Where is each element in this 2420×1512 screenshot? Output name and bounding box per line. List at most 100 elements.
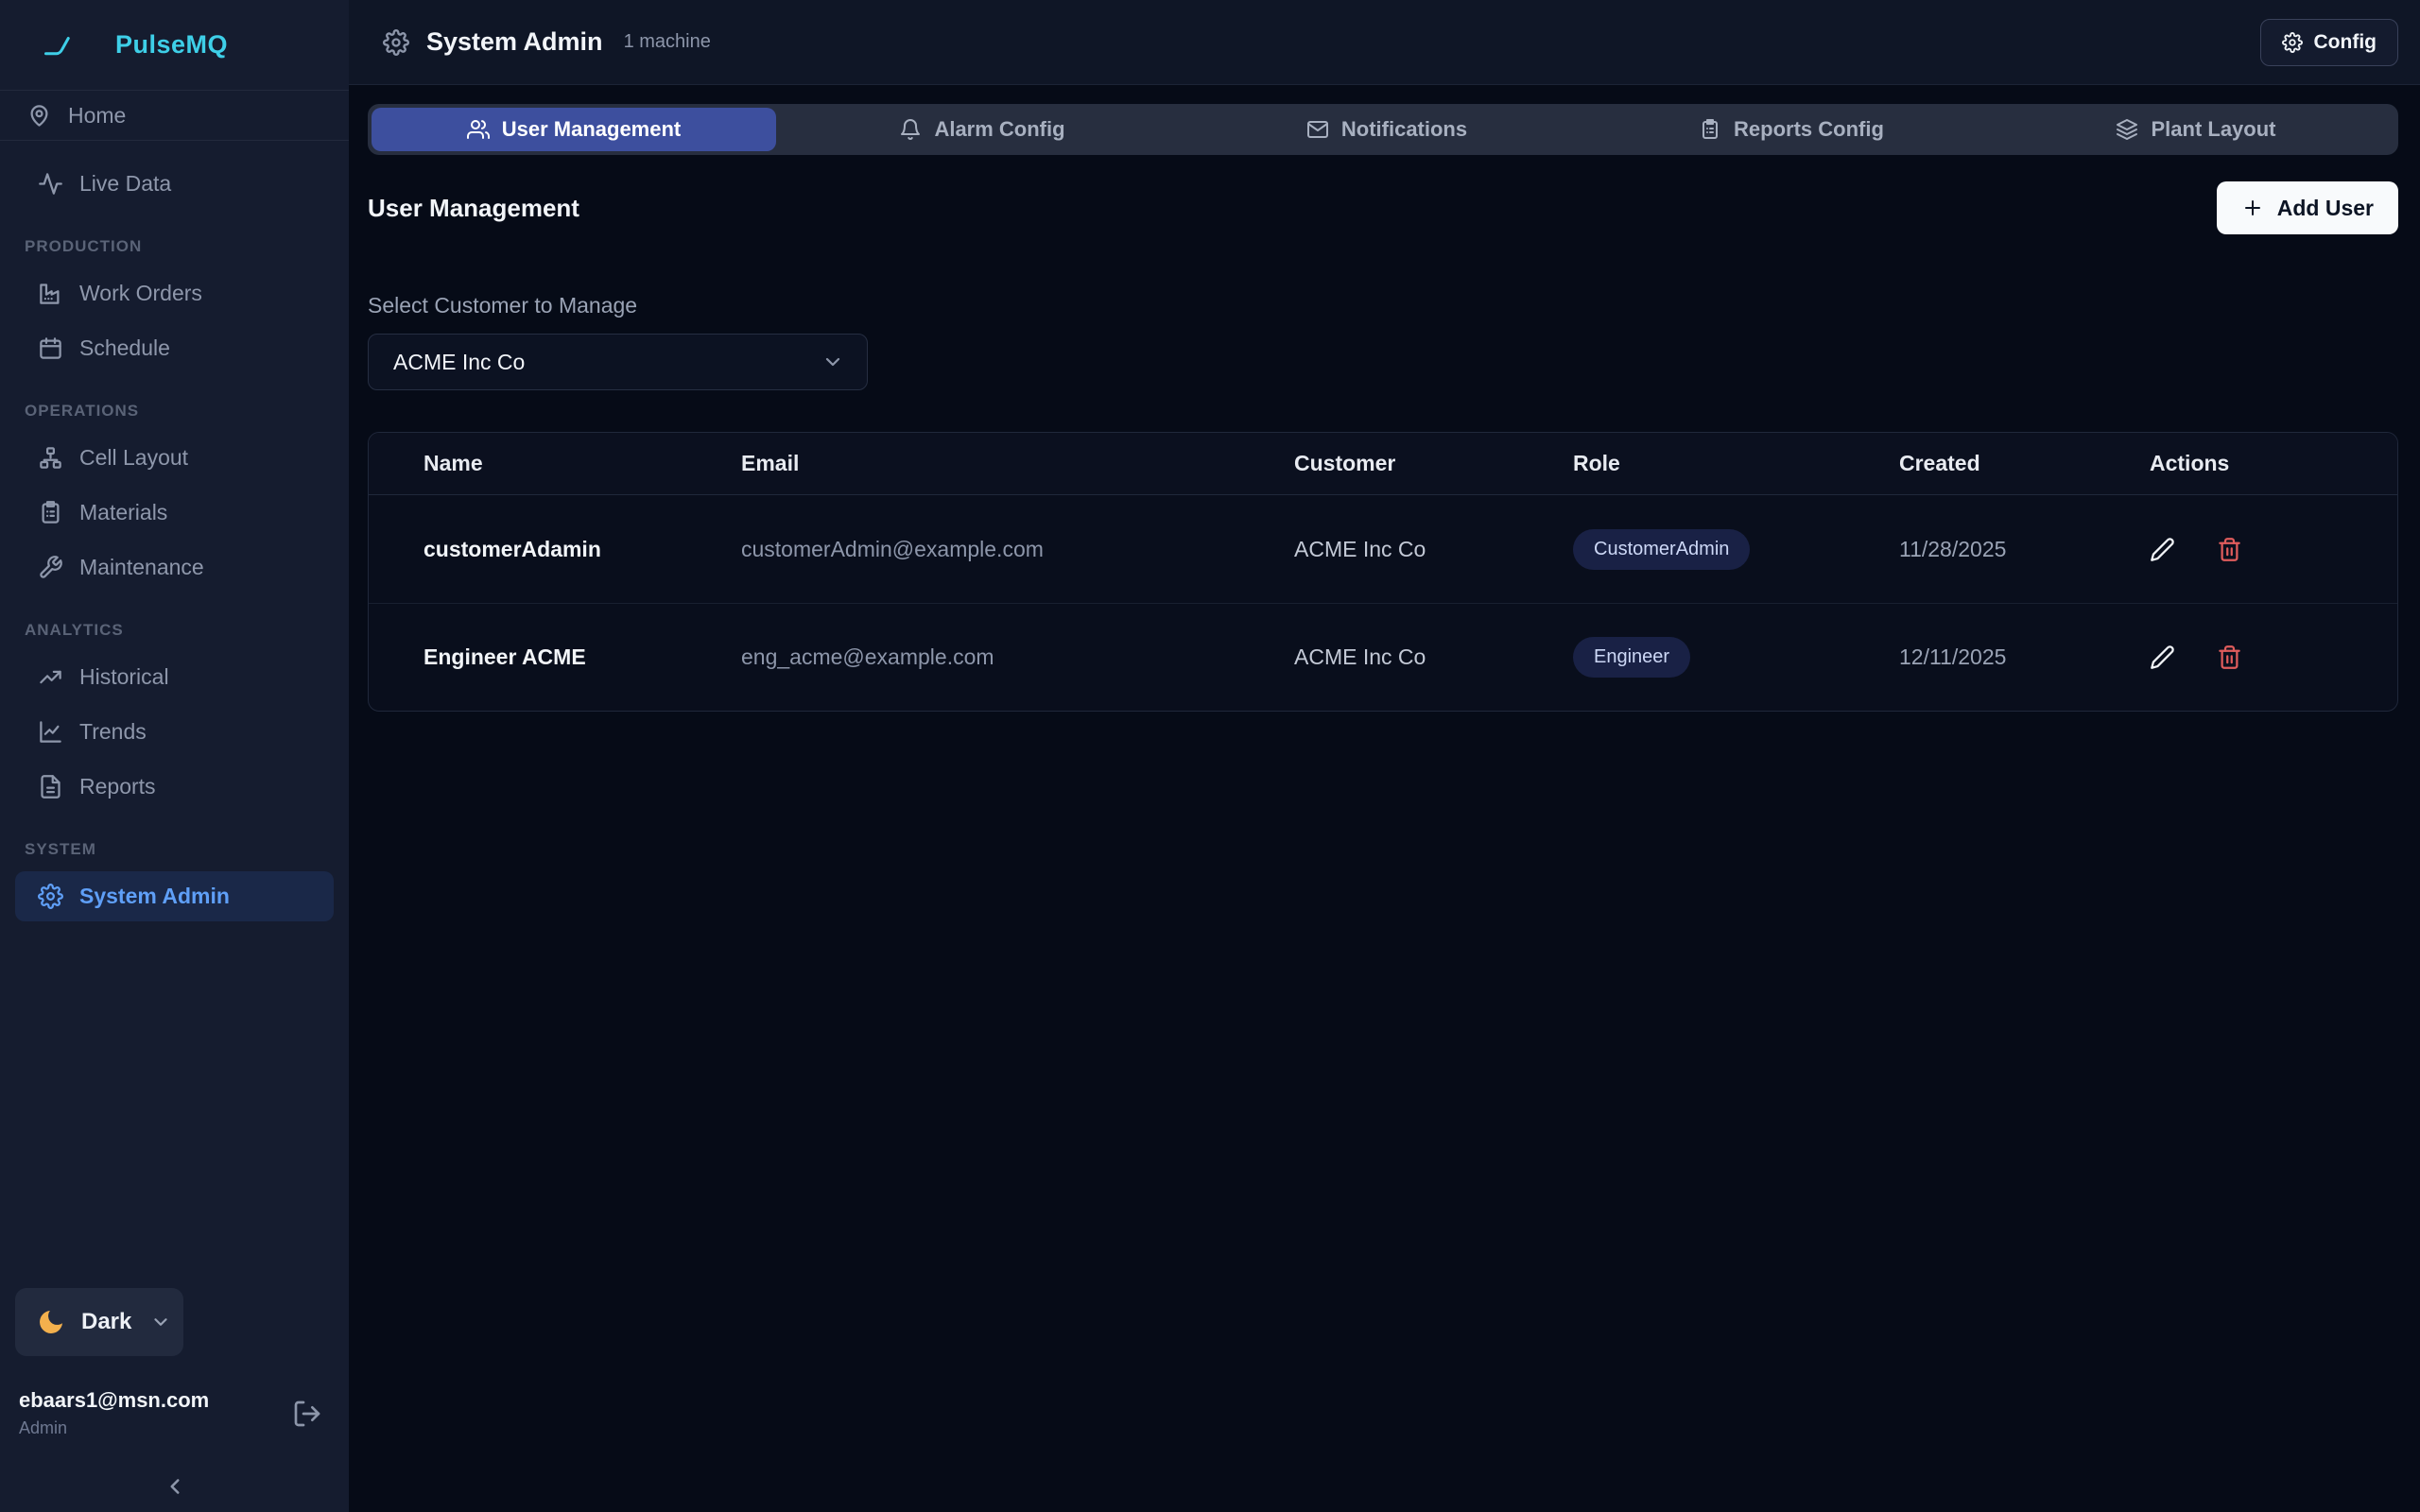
- sidebar-item-label: Materials: [79, 500, 167, 525]
- main-area: System Admin 1 machine Config User Manag…: [349, 0, 2420, 1512]
- sidebar-item-label: Live Data: [79, 171, 171, 197]
- plus-icon: [2241, 197, 2264, 219]
- add-user-button-label: Add User: [2277, 196, 2374, 221]
- section-title-system: SYSTEM: [25, 840, 349, 859]
- clipboard-icon: [1699, 118, 1721, 141]
- sidebar-item-trends[interactable]: Trends: [0, 707, 349, 757]
- role-badge: Engineer: [1573, 637, 1690, 678]
- section-title-operations: OPERATIONS: [25, 402, 349, 421]
- row-actions: [2150, 644, 2397, 670]
- chevron-down-icon: [821, 351, 844, 373]
- row-actions: [2150, 537, 2397, 562]
- calendar-icon: [38, 335, 63, 361]
- sidebar: PulseMQ Home Live Data PRODUCTION Work O…: [0, 0, 349, 1512]
- theme-toggle-button[interactable]: Dark: [15, 1288, 183, 1356]
- delete-user-button[interactable]: [2217, 644, 2242, 670]
- wrench-icon: [38, 555, 63, 580]
- add-user-button[interactable]: Add User: [2217, 181, 2398, 234]
- customer-select-label: Select Customer to Manage: [368, 293, 2398, 318]
- tab-label: Alarm Config: [934, 117, 1064, 142]
- admin-tabs: User Management Alarm Config Notificatio…: [368, 104, 2398, 155]
- user-role-cell: CustomerAdmin: [1573, 529, 1899, 570]
- sidebar-item-label: Home: [68, 103, 126, 129]
- sidebar-item-label: Schedule: [79, 335, 170, 361]
- edit-user-button[interactable]: [2150, 644, 2175, 670]
- column-header-created: Created: [1899, 451, 2150, 476]
- factory-icon: [38, 281, 63, 306]
- sidebar-item-label: Maintenance: [79, 555, 204, 580]
- sidebar-item-work-orders[interactable]: Work Orders: [0, 268, 349, 318]
- column-header-name: Name: [424, 451, 741, 476]
- machine-count: 1 machine: [624, 31, 711, 53]
- tab-label: Plant Layout: [2151, 117, 2275, 142]
- config-button[interactable]: Config: [2260, 19, 2398, 66]
- column-header-email: Email: [741, 451, 1294, 476]
- heading-row: User Management Add User: [368, 181, 2398, 234]
- sidebar-footer: Dark ebaars1@msn.com Admin: [0, 1288, 349, 1512]
- tab-label: Notifications: [1341, 117, 1467, 142]
- clipboard-list-icon: [38, 500, 63, 525]
- table-row: customerAdamin customerAdmin@example.com…: [369, 495, 2397, 603]
- mail-icon: [1306, 118, 1329, 141]
- sidebar-item-schedule[interactable]: Schedule: [0, 323, 349, 373]
- column-header-role: Role: [1573, 451, 1899, 476]
- section-title-analytics: ANALYTICS: [25, 621, 349, 640]
- user-meta: ebaars1@msn.com Admin: [19, 1388, 292, 1438]
- sidebar-item-label: System Admin: [79, 884, 230, 909]
- sidebar-collapse-row: [0, 1474, 349, 1499]
- user-info: ebaars1@msn.com Admin: [19, 1388, 322, 1438]
- user-customer: ACME Inc Co: [1294, 537, 1573, 562]
- gear-icon: [2282, 32, 2303, 53]
- customer-select[interactable]: ACME Inc Co: [368, 334, 868, 390]
- trending-up-icon: [38, 664, 63, 690]
- file-text-icon: [38, 774, 63, 799]
- moon-icon: [36, 1307, 66, 1337]
- user-created: 12/11/2025: [1899, 644, 2150, 670]
- gear-icon: [38, 884, 63, 909]
- sidebar-item-reports[interactable]: Reports: [0, 762, 349, 812]
- sidebar-item-system-admin[interactable]: System Admin: [15, 871, 334, 921]
- logout-button[interactable]: [292, 1399, 322, 1429]
- layers-icon: [2116, 118, 2138, 141]
- sidebar-item-label: Historical: [79, 664, 169, 690]
- sidebar-item-materials[interactable]: Materials: [0, 488, 349, 538]
- sidebar-item-maintenance[interactable]: Maintenance: [0, 542, 349, 593]
- tab-plant-layout[interactable]: Plant Layout: [1994, 104, 2398, 155]
- section-heading: User Management: [368, 194, 579, 223]
- user-name: customerAdamin: [424, 537, 741, 562]
- collapse-sidebar-button[interactable]: [163, 1474, 187, 1499]
- sidebar-item-home[interactable]: Home: [0, 91, 349, 140]
- gear-icon: [383, 29, 409, 56]
- tab-label: User Management: [502, 117, 682, 142]
- delete-user-button[interactable]: [2217, 537, 2242, 562]
- line-chart-icon: [38, 719, 63, 745]
- tab-user-management[interactable]: User Management: [372, 108, 776, 151]
- org-chart-icon: [38, 445, 63, 471]
- user-email: ebaars1@msn.com: [19, 1388, 292, 1413]
- tab-alarm-config[interactable]: Alarm Config: [780, 104, 1184, 155]
- role-badge: CustomerAdmin: [1573, 529, 1750, 570]
- sidebar-item-historical[interactable]: Historical: [0, 652, 349, 702]
- top-header: System Admin 1 machine Config: [349, 0, 2420, 85]
- user-customer: ACME Inc Co: [1294, 644, 1573, 670]
- sidebar-item-label: Cell Layout: [79, 445, 188, 471]
- bell-icon: [899, 118, 922, 141]
- sidebar-nav: Live Data PRODUCTION Work Orders Schedul…: [0, 141, 349, 1288]
- user-role: Admin: [19, 1418, 292, 1438]
- table-header-row: Name Email Customer Role Created Actions: [369, 433, 2397, 495]
- user-created: 11/28/2025: [1899, 537, 2150, 562]
- config-button-label: Config: [2314, 31, 2377, 54]
- edit-user-button[interactable]: [2150, 537, 2175, 562]
- user-email-cell: customerAdmin@example.com: [741, 537, 1294, 562]
- tab-reports-config[interactable]: Reports Config: [1589, 104, 1994, 155]
- sidebar-item-label: Reports: [79, 774, 156, 799]
- tab-notifications[interactable]: Notifications: [1184, 104, 1589, 155]
- page-title: System Admin: [426, 27, 603, 57]
- sidebar-item-live-data[interactable]: Live Data: [0, 159, 349, 209]
- user-email-cell: eng_acme@example.com: [741, 644, 1294, 670]
- users-table: Name Email Customer Role Created Actions…: [368, 432, 2398, 712]
- map-pin-icon: [26, 103, 52, 129]
- sidebar-item-cell-layout[interactable]: Cell Layout: [0, 433, 349, 483]
- sidebar-item-label: Trends: [79, 719, 147, 745]
- pulse-logo-icon: [42, 31, 74, 60]
